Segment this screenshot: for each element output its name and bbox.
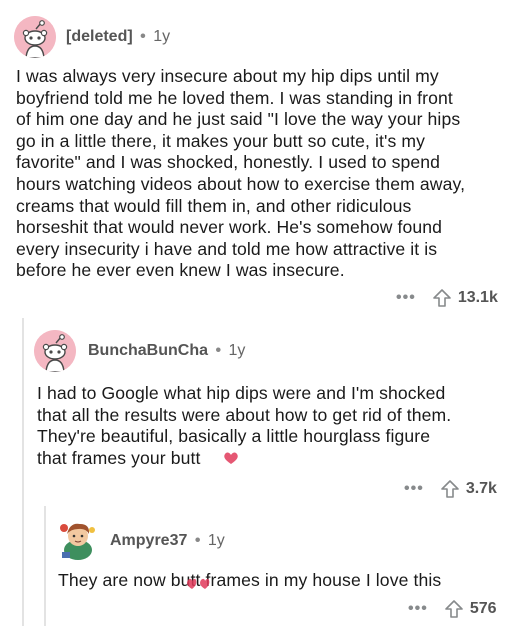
body-line: They're beautiful, basically a little ho… bbox=[37, 426, 431, 447]
comment-meta: BunchaBunCha • 1y bbox=[88, 342, 245, 360]
comment-meta: [deleted] • 1y bbox=[66, 28, 170, 46]
more-options-icon[interactable]: ••• bbox=[396, 289, 416, 307]
separator-dot: • bbox=[215, 342, 222, 359]
comment-actions: ••• 13.1k bbox=[396, 287, 498, 309]
comment-age: 1y bbox=[228, 342, 246, 359]
comment-actions: ••• 576 bbox=[408, 598, 497, 620]
separator-dot: • bbox=[194, 532, 201, 549]
body-line: creams that would fill them in, and othe… bbox=[16, 195, 412, 216]
comment-meta: Ampyre37 • 1y bbox=[110, 532, 225, 550]
custom-avatar-icon bbox=[60, 523, 95, 560]
comment-age: 1y bbox=[207, 532, 225, 549]
body-line: before he ever even knew I was insecure. bbox=[16, 260, 345, 281]
upvote-button[interactable]: 13.1k bbox=[432, 288, 498, 308]
avatar[interactable] bbox=[56, 518, 100, 562]
avatar[interactable] bbox=[34, 330, 76, 372]
thread-line[interactable] bbox=[22, 318, 24, 626]
thread-line[interactable] bbox=[44, 506, 46, 626]
body-line: go in a little there, it makes your butt… bbox=[16, 130, 425, 151]
snoo-avatar-icon bbox=[34, 330, 76, 372]
snoo-avatar-icon bbox=[14, 16, 56, 58]
comment-body: They are now butt frames in my house I l… bbox=[58, 570, 528, 592]
upvote-arrow-icon[interactable] bbox=[432, 288, 452, 308]
body-line: hours watching videos about how to exerc… bbox=[16, 173, 466, 194]
heart-doodle-icon bbox=[224, 452, 238, 464]
body-line: of him one day and he just said "I love … bbox=[16, 109, 461, 130]
body-line: They are now butt frames in my house I l… bbox=[58, 570, 442, 590]
body-line: every insecurity i have and told me how … bbox=[16, 238, 438, 259]
separator-dot: • bbox=[140, 28, 146, 45]
comment-age: 1y bbox=[153, 28, 171, 45]
username[interactable]: BunchaBunCha bbox=[88, 342, 208, 359]
body-line: I had to Google what hip dips were and I… bbox=[37, 383, 446, 403]
upvote-button[interactable]: 3.7k bbox=[440, 479, 497, 499]
avatar[interactable] bbox=[14, 16, 56, 58]
vote-score: 13.1k bbox=[457, 289, 498, 306]
upvote-arrow-icon[interactable] bbox=[444, 599, 464, 619]
username[interactable]: [deleted] bbox=[66, 28, 133, 45]
upvote-arrow-icon[interactable] bbox=[440, 479, 460, 499]
comment-body: I had to Google what hip dips were and I… bbox=[37, 383, 525, 469]
comment-body: I was always very insecure about my hip … bbox=[16, 66, 526, 282]
comment-actions: ••• 3.7k bbox=[404, 478, 497, 500]
body-line: that all the results were about how to g… bbox=[37, 404, 452, 425]
body-line: I was always very insecure about my hip … bbox=[16, 66, 439, 86]
body-line: that frames your butt bbox=[37, 447, 201, 468]
vote-score: 3.7k bbox=[465, 480, 497, 497]
heart-doodle-icon bbox=[187, 578, 210, 589]
more-options-icon[interactable]: ••• bbox=[404, 480, 424, 498]
body-line: favorite" and I was shocked, honestly. I… bbox=[16, 152, 441, 173]
upvote-button[interactable]: 576 bbox=[444, 599, 497, 619]
body-line: horseshit that would never work. He's so… bbox=[16, 217, 443, 238]
username[interactable]: Ampyre37 bbox=[110, 532, 187, 549]
more-options-icon[interactable]: ••• bbox=[408, 600, 428, 618]
body-line: boyfriend told me he loved them. I was s… bbox=[16, 87, 453, 108]
vote-score: 576 bbox=[469, 600, 497, 617]
